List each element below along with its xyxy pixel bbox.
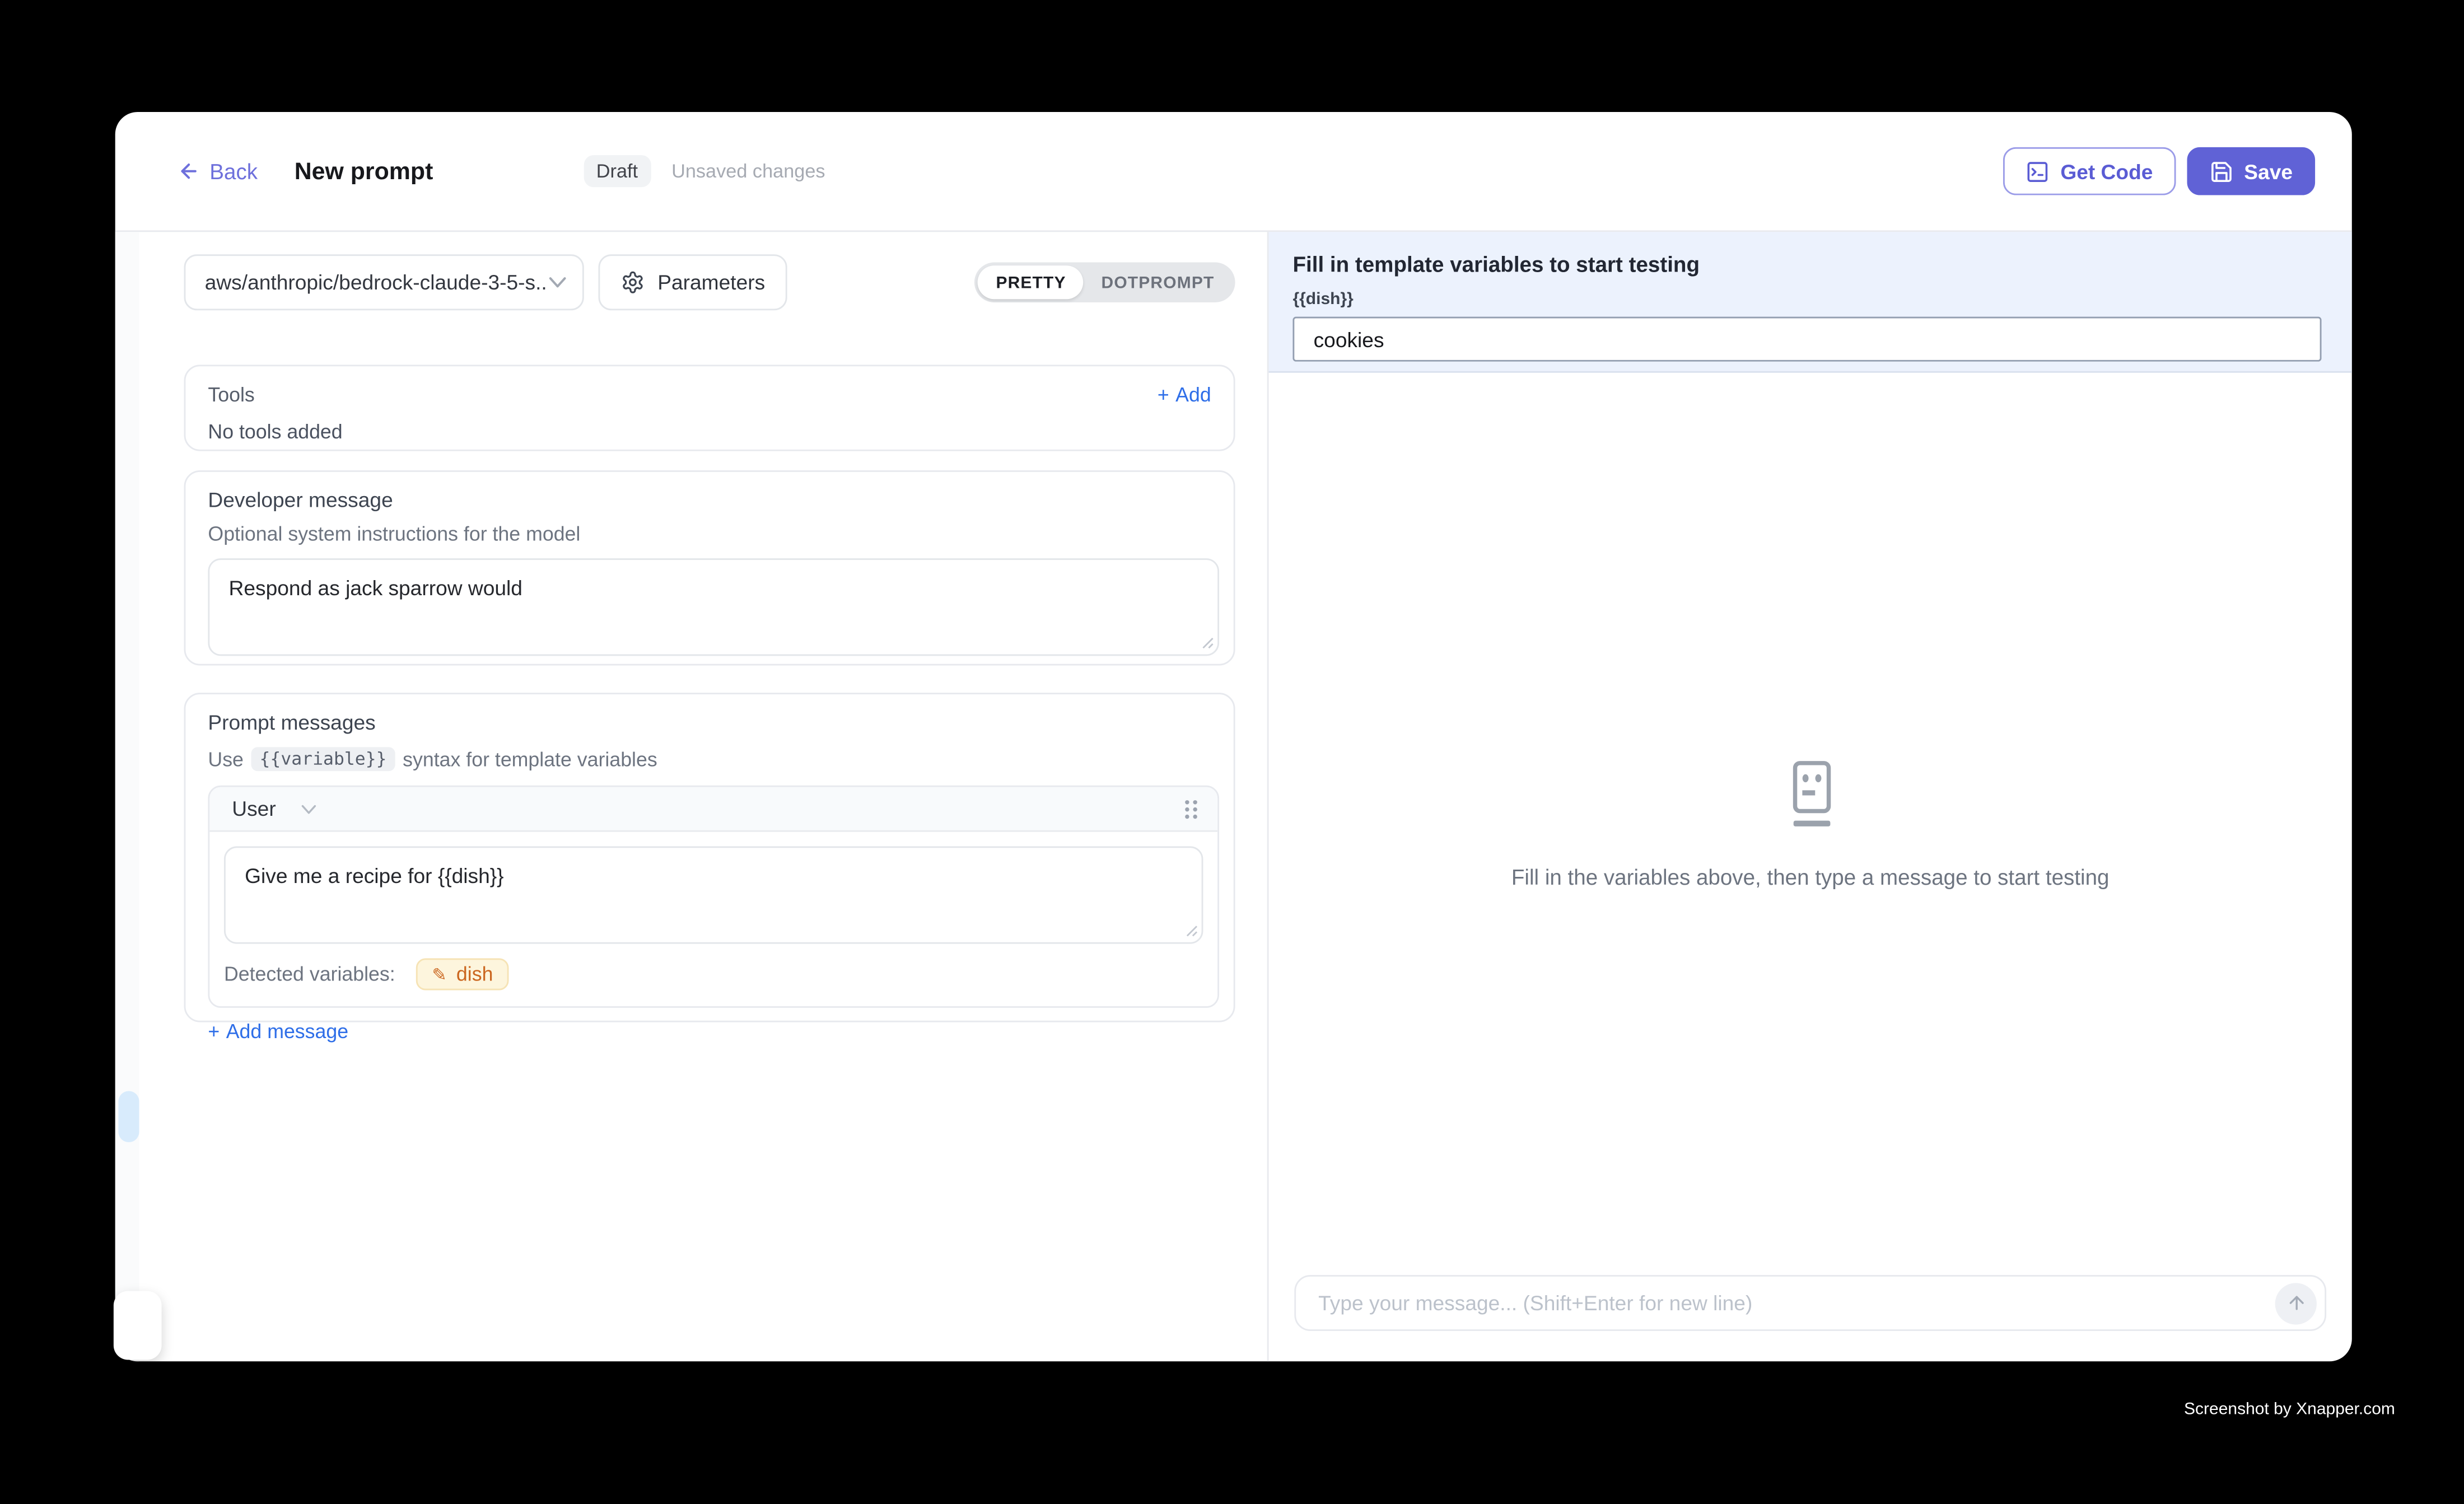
variable-badge-dish[interactable]: ✎ dish	[416, 958, 509, 990]
test-panel: Fill in template variables to start test…	[1267, 232, 2352, 1361]
pencil-icon: ✎	[432, 964, 446, 984]
add-message-button[interactable]: + Add message	[208, 1021, 1219, 1043]
chat-input-box	[1294, 1275, 2326, 1331]
floating-corner-card	[114, 1291, 162, 1360]
status-badge: Draft	[584, 155, 651, 187]
plus-icon: +	[208, 1021, 220, 1043]
header-bar: Back New prompt Draft Unsaved changes Ge…	[115, 112, 2352, 230]
tools-card: Tools + Add No tools added	[184, 365, 1235, 451]
chat-empty-text: Fill in the variables above, then type a…	[1511, 865, 2110, 889]
variable-code-chip: {{variable}}	[251, 747, 395, 771]
hint-prefix: Use	[208, 748, 244, 770]
model-selector-value: aws/anthropic/bedrock-claude-3-5-s...	[205, 270, 549, 295]
prompt-editor-panel: aws/anthropic/bedrock-claude-3-5-s... Pa…	[139, 232, 1267, 1361]
chat-empty-state: Fill in the variables above, then type a…	[1269, 373, 2352, 1275]
send-button[interactable]	[2275, 1282, 2317, 1324]
template-variables-panel: Fill in template variables to start test…	[1269, 232, 2352, 372]
add-tool-label: Add	[1175, 384, 1211, 407]
detected-variables-label: Detected variables:	[224, 963, 395, 985]
save-button[interactable]: Save	[2186, 147, 2315, 195]
save-label: Save	[2244, 159, 2293, 183]
tools-card-header: Tools + Add	[208, 384, 1211, 407]
back-button[interactable]: Back	[178, 159, 258, 183]
sidebar-active-indicator	[118, 1091, 139, 1142]
back-label: Back	[209, 159, 258, 183]
variable-badge-label: dish	[456, 963, 493, 985]
watermark-text: Screenshot by Xnapper.com	[2184, 1400, 2395, 1419]
variable-value-input[interactable]	[1292, 317, 2321, 362]
variable-syntax-hint: Use {{variable}} syntax for template var…	[208, 747, 1219, 771]
message-body: Give me a recipe for {{dish}}	[209, 832, 1217, 944]
parameters-button[interactable]: Parameters	[599, 254, 788, 310]
hint-suffix: syntax for template variables	[403, 748, 657, 770]
collapsed-sidebar-rail[interactable]	[115, 232, 139, 1361]
chevron-down-icon	[301, 804, 318, 814]
prompt-messages-card: Prompt messages Use {{variable}} syntax …	[184, 693, 1235, 1022]
chat-message-input[interactable]	[1296, 1277, 2275, 1329]
model-toolbar: aws/anthropic/bedrock-claude-3-5-s... Pa…	[184, 254, 1235, 310]
send-arrow-icon	[2285, 1292, 2306, 1313]
message-role-selector[interactable]: User	[232, 797, 318, 821]
screenshot-stage: Back New prompt Draft Unsaved changes Ge…	[0, 0, 2464, 1504]
model-selector[interactable]: aws/anthropic/bedrock-claude-3-5-s...	[184, 254, 584, 310]
toggle-option-pretty[interactable]: PRETTY	[978, 265, 1084, 299]
tools-title: Tools	[208, 384, 254, 407]
message-textarea[interactable]: Give me a recipe for {{dish}}	[224, 846, 1203, 943]
add-message-label: Add message	[226, 1021, 348, 1043]
get-code-label: Get Code	[2060, 159, 2153, 183]
message-field-wrap: Give me a recipe for {{dish}}	[224, 846, 1203, 943]
get-code-button[interactable]: Get Code	[2003, 147, 2175, 195]
view-mode-toggle: PRETTY DOTPROMPT	[975, 263, 1235, 302]
detected-variables-row: Detected variables: ✎ dish	[209, 944, 1217, 1006]
developer-message-textarea[interactable]: Respond as jack sparrow would	[208, 558, 1219, 656]
drag-handle-icon[interactable]	[1184, 797, 1198, 820]
developer-message-field-wrap: Respond as jack sparrow would	[208, 558, 1219, 656]
terminal-icon	[2025, 159, 2049, 183]
bot-face-icon	[1781, 759, 1839, 832]
developer-message-subtitle: Optional system instructions for the mod…	[208, 523, 1219, 545]
chevron-down-icon	[549, 277, 566, 288]
message-role-value: User	[232, 797, 276, 821]
window-body: aws/anthropic/bedrock-claude-3-5-s... Pa…	[115, 232, 2352, 1361]
tools-empty-text: No tools added	[208, 421, 1211, 443]
developer-message-card: Developer message Optional system instru…	[184, 470, 1235, 666]
toggle-option-dotprompt[interactable]: DOTPROMPT	[1084, 265, 1232, 299]
variable-name-label: {{dish}}	[1292, 289, 2320, 309]
plus-icon: +	[1158, 384, 1169, 407]
template-variables-title: Fill in template variables to start test…	[1292, 253, 2320, 277]
parameters-label: Parameters	[657, 270, 765, 295]
back-arrow-icon	[178, 160, 200, 183]
message-block: User Give me a recipe for {{	[208, 786, 1219, 1008]
unsaved-changes-note: Unsaved changes	[671, 160, 825, 183]
developer-message-title: Developer message	[208, 488, 1219, 512]
save-icon	[2209, 159, 2233, 183]
gear-icon	[621, 270, 645, 295]
app-window: Back New prompt Draft Unsaved changes Ge…	[115, 112, 2352, 1361]
message-header: User	[209, 787, 1217, 832]
chat-input-row	[1269, 1275, 2352, 1361]
page-title: New prompt	[295, 157, 433, 185]
add-tool-button[interactable]: + Add	[1158, 384, 1211, 407]
prompt-messages-title: Prompt messages	[208, 711, 1219, 735]
